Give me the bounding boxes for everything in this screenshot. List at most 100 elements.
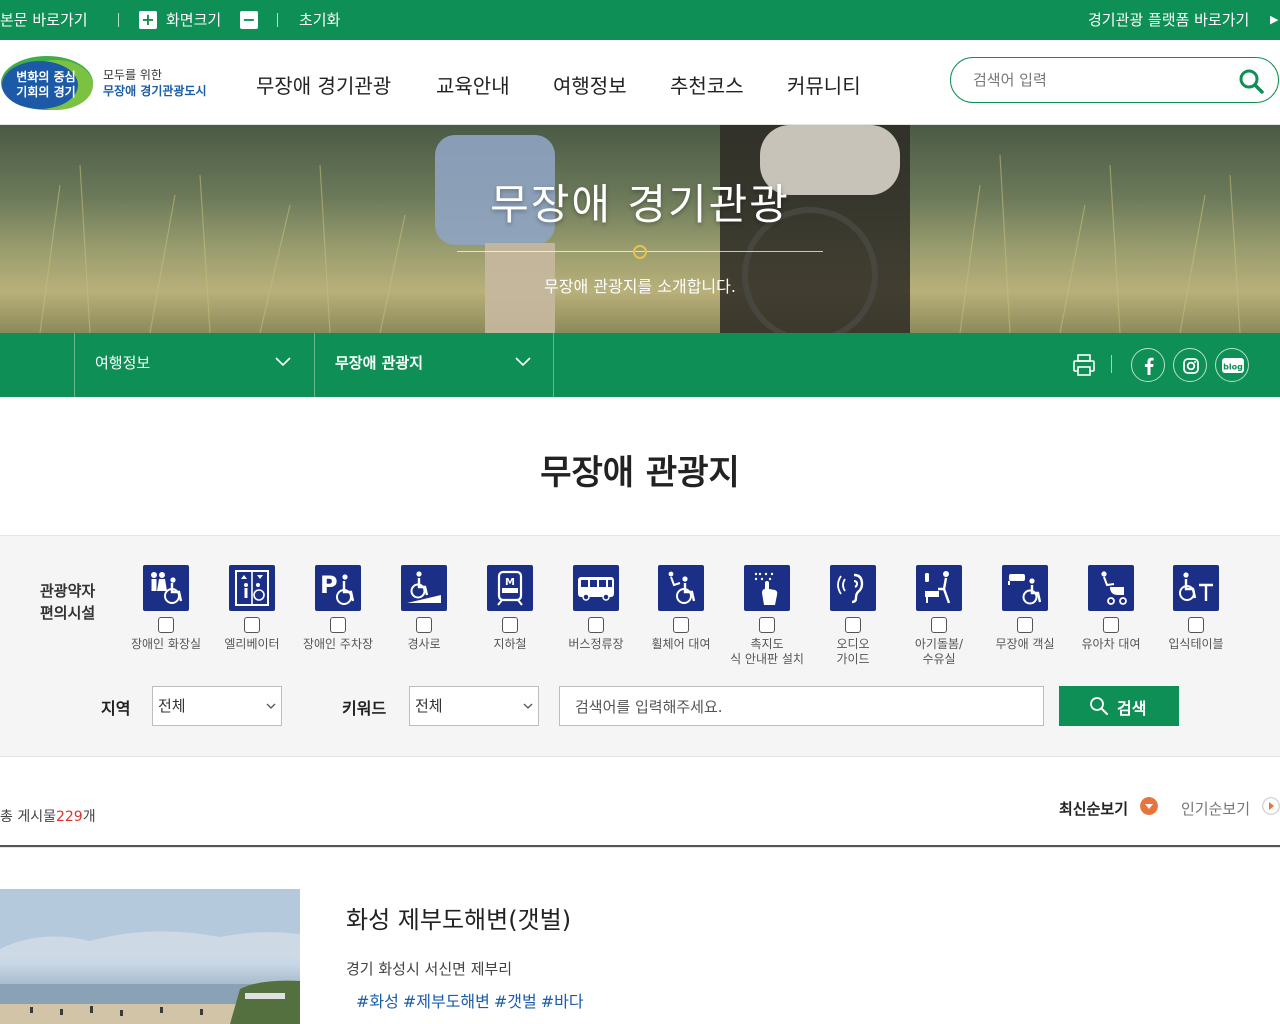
print-icon[interactable] [1072, 353, 1096, 377]
facility-checkbox[interactable] [330, 617, 346, 633]
sort-right-icon [1262, 797, 1280, 815]
facility-checkbox[interactable] [931, 617, 947, 633]
instagram-icon[interactable] [1173, 348, 1207, 382]
facility-checkbox[interactable] [502, 617, 518, 633]
tag-link[interactable]: #화성 [356, 992, 399, 1011]
facility-audio-guide: 오디오 가이드 [810, 565, 896, 667]
list-item-title[interactable]: 화성 제부도해변(갯벌) [346, 900, 571, 935]
nav-item-barrier-free-tourism[interactable]: 무장애 경기관광 [256, 70, 391, 99]
tag-link[interactable]: #바다 [541, 992, 584, 1011]
breadcrumb-depth2-label: 무장애 관광지 [335, 354, 424, 372]
font-size-label: 화면크기 [166, 11, 222, 29]
facility-filter-title: 관광약자 편의시설 [40, 582, 96, 622]
keyword-select[interactable]: 전체 [409, 686, 539, 726]
nav-item-travel-info[interactable]: 여행정보 [553, 70, 627, 99]
subway-icon: M [487, 565, 533, 611]
tag-link[interactable]: #제부도해변 [403, 992, 490, 1011]
search-icon [1090, 697, 1108, 715]
facility-checkbox[interactable] [244, 617, 260, 633]
nav-item-recommended-course[interactable]: 추천코스 [670, 70, 744, 99]
accessible-parking-icon: P [315, 565, 361, 611]
keyword-label: 키워드 [342, 699, 387, 718]
list-top-border-light [0, 847, 1280, 848]
search-icon[interactable] [1238, 68, 1264, 94]
list-item-tags: #화성 #제부도해변 #갯벌 #바다 [356, 988, 588, 1012]
facility-subway: M 지하철 [467, 565, 553, 652]
list-item-thumbnail[interactable] [0, 889, 300, 1024]
svg-text:M: M [505, 577, 515, 588]
naver-blog-label: blog [1223, 363, 1243, 372]
facility-checkbox[interactable] [673, 617, 689, 633]
chevron-down-icon [275, 357, 291, 367]
sort-popular-button[interactable]: 인기순보기 [1181, 798, 1250, 819]
facility-accessible-toilet: 장애인 화장실 [123, 565, 209, 652]
list-item-address: 경기 화성시 서신면 제부리 [346, 960, 513, 978]
hero-banner: 무장애 경기관광 무장애 관광지를 소개합니다. [0, 125, 1280, 333]
facility-ramp: 경사로 [381, 565, 467, 652]
wheelchair-rental-icon [658, 565, 704, 611]
tag-link[interactable]: #갯벌 [494, 992, 537, 1011]
facility-checkbox[interactable] [1017, 617, 1033, 633]
total-count: 총 게시물229개 [0, 806, 96, 826]
page-title: 무장애 관광지 [540, 453, 740, 493]
facility-label: 입식테이블 [1168, 637, 1224, 651]
reset-button[interactable]: 초기화 [299, 0, 340, 40]
facility-label: 엘리베이터 [224, 637, 280, 651]
facility-label: 버스정류장 [568, 637, 624, 651]
breadcrumb-depth1-select[interactable]: 여행정보 [74, 333, 314, 397]
chevron-down-icon [266, 703, 276, 709]
search-button[interactable]: 검색 [1059, 686, 1179, 726]
filter-panel: 관광약자 편의시설 장애인 화장실 엘리베이터 P 장애인 주차장 경사로 M … [0, 535, 1280, 757]
region-select[interactable]: 전체 [152, 686, 282, 726]
elevator-icon [229, 565, 275, 611]
facility-wheelchair-rental: 휠체어 대여 [638, 565, 724, 652]
facility-label: 촉지도 식 안내판 설치 [730, 637, 804, 666]
platform-link[interactable]: 경기관광 플랫폼 바로가기 [1088, 0, 1249, 40]
facility-elevator: 엘리베이터 [209, 565, 295, 652]
keyword-search-field [559, 686, 1044, 726]
facility-standing-table: 입식테이블 [1153, 565, 1239, 652]
logo-icon: 변화의 중심 기회의 경기 [1, 56, 93, 110]
accessible-toilet-icon [143, 565, 189, 611]
facebook-icon[interactable] [1131, 348, 1165, 382]
facility-label: 오디오 가이드 [836, 637, 870, 666]
bus-stop-icon [573, 565, 619, 611]
facility-tactile-map: 촉지도 식 안내판 설치 [724, 565, 810, 667]
zoom-in-icon[interactable]: + [139, 11, 157, 29]
facility-nursing-room: 아기돌봄/수유실 [896, 565, 982, 667]
logo-mark-line2: 기회의 경기 [16, 84, 75, 99]
search-input[interactable] [973, 68, 1223, 92]
nursing-room-icon [916, 565, 962, 611]
facility-checkbox[interactable] [158, 617, 174, 633]
keyword-search-input[interactable] [575, 695, 1025, 719]
facility-label: 유아차 대여 [1081, 637, 1141, 651]
facility-accessible-room: 무장애 객실 [982, 565, 1068, 652]
facility-checkbox[interactable] [416, 617, 432, 633]
logo[interactable]: 변화의 중심 기회의 경기 [0, 55, 95, 111]
breadcrumb-depth2-select[interactable]: 무장애 관광지 [314, 333, 554, 397]
facility-label: 장애인 주차장 [302, 637, 374, 651]
facility-label: 지하철 [493, 637, 527, 651]
facility-checkbox[interactable] [759, 617, 775, 633]
chevron-down-icon [515, 357, 531, 367]
divider [277, 13, 278, 27]
facility-label: 휠체어 대여 [651, 637, 711, 651]
facility-stroller-rental: 유아차 대여 [1068, 565, 1154, 652]
logo-mark-line1: 변화의 중심 [16, 69, 75, 84]
facility-checkbox[interactable] [588, 617, 604, 633]
naver-blog-icon[interactable]: blog [1215, 348, 1249, 382]
nav-item-education[interactable]: 교육안내 [436, 70, 510, 99]
hero-divider-dot [633, 245, 647, 259]
header: 변화의 중심 기회의 경기 모두를 위한 무장애 경기관광도시 무장애 경기관광… [0, 40, 1280, 125]
facility-checkbox[interactable] [845, 617, 861, 633]
stroller-rental-icon [1088, 565, 1134, 611]
logo-name: 무장애 경기관광도시 [103, 84, 207, 98]
facility-checkbox[interactable] [1188, 617, 1204, 633]
skip-to-content-link[interactable]: 본문 바로가기 [0, 0, 88, 40]
zoom-out-icon[interactable]: − [240, 11, 258, 29]
chevron-right-icon: ▶ [1270, 13, 1279, 26]
sort-latest-button[interactable]: 최신순보기 [1059, 798, 1128, 819]
nav-item-community[interactable]: 커뮤니티 [787, 70, 861, 99]
audio-guide-icon [830, 565, 876, 611]
facility-checkbox[interactable] [1103, 617, 1119, 633]
